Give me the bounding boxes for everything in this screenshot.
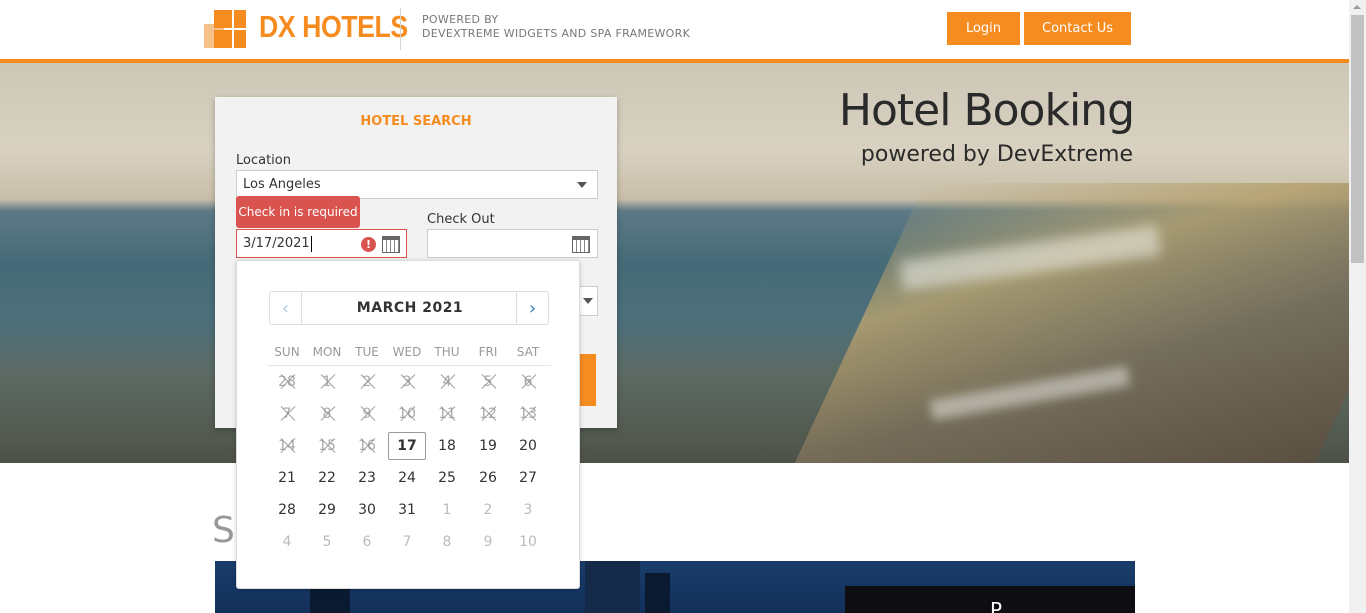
calendar-day: 16	[348, 432, 386, 460]
calendar-day: 8	[308, 400, 346, 428]
location-label: Location	[236, 153, 291, 168]
check-out-field[interactable]	[427, 229, 598, 258]
chevron-left-icon[interactable]: ‹	[270, 292, 302, 324]
calendar-day[interactable]: 24	[388, 464, 426, 492]
calendar-day[interactable]: 20	[509, 432, 547, 460]
calendar-day[interactable]: 6	[348, 528, 386, 556]
calendar-day[interactable]: 22	[308, 464, 346, 492]
calendar-day: 6	[509, 368, 547, 396]
weekday-divider	[267, 365, 551, 366]
calendar-day[interactable]: 19	[469, 432, 507, 460]
calendar-day[interactable]: 23	[348, 464, 386, 492]
promo-card-text: P	[990, 600, 1003, 613]
calendar-day[interactable]: 2	[469, 496, 507, 524]
guests-select-partial[interactable]	[578, 286, 598, 316]
weekday-header: SAT	[516, 345, 540, 359]
dx-logo-icon[interactable]	[204, 10, 246, 50]
site-header: DX HOTELS POWERED BY DEVEXTREME WIDGETS …	[0, 0, 1349, 60]
calendar-icon[interactable]	[382, 236, 400, 253]
date-picker-calendar: ‹ MARCH 2021 › SUN MON TUE WED THU FRI SAT 28 1 2…	[236, 260, 580, 589]
calendar-navigator: ‹ MARCH 2021 ›	[269, 291, 549, 325]
contact-us-button[interactable]: Contact Us	[1024, 12, 1131, 45]
calendar-day[interactable]: 26	[469, 464, 507, 492]
hero-title: Hotel Booking	[838, 85, 1135, 136]
calendar-day: 14	[268, 432, 306, 460]
scroll-thumb[interactable]	[1351, 15, 1364, 263]
weekday-header: THU	[434, 345, 460, 359]
check-out-label: Check Out	[427, 212, 495, 227]
weekday-header: WED	[392, 345, 422, 359]
calendar-caption[interactable]: MARCH 2021	[302, 292, 518, 324]
chevron-down-icon[interactable]	[583, 298, 593, 304]
check-in-value: 3/17/2021	[243, 236, 310, 251]
location-value: Los Angeles	[243, 177, 321, 192]
calendar-day[interactable]: 29	[308, 496, 346, 524]
calendar-day[interactable]: 3	[509, 496, 547, 524]
calendar-day[interactable]: 7	[388, 528, 426, 556]
calendar-icon[interactable]	[572, 236, 590, 253]
hero-subtitle: powered by DevExtreme	[860, 142, 1133, 167]
weekday-header: SUN	[274, 345, 300, 359]
powered-by-line2: DEVEXTREME WIDGETS AND SPA FRAMEWORK	[422, 27, 691, 40]
text-caret	[310, 235, 312, 252]
weekday-header: MON	[312, 345, 342, 359]
login-button[interactable]: Login	[947, 12, 1020, 45]
chevron-right-icon[interactable]: ›	[516, 292, 548, 324]
calendar-day: 9	[348, 400, 386, 428]
calendar-day[interactable]: 31	[388, 496, 426, 524]
calendar-day[interactable]: 10	[509, 528, 547, 556]
hero-banner: Hotel Booking powered by DevExtreme	[0, 63, 1349, 463]
calendar-day[interactable]: 18	[428, 432, 466, 460]
powered-by-text: POWERED BY DEVEXTREME WIDGETS AND SPA FR…	[422, 13, 690, 41]
chevron-down-icon[interactable]	[577, 182, 587, 188]
calendar-day: 2	[348, 368, 386, 396]
calendar-day[interactable]: 1	[428, 496, 466, 524]
hero-beach-image	[794, 183, 1349, 463]
calendar-day[interactable]: 9	[469, 528, 507, 556]
calendar-day: 11	[428, 400, 466, 428]
calendar-day[interactable]: 25	[428, 464, 466, 492]
calendar-day[interactable]: 21	[268, 464, 306, 492]
panel-title: HOTEL SEARCH	[360, 114, 472, 129]
calendar-day: 12	[469, 400, 507, 428]
calendar-day[interactable]: 8	[428, 528, 466, 556]
weekday-header: FRI	[478, 345, 498, 359]
location-select[interactable]: Los Angeles	[236, 170, 598, 199]
search-button-partial[interactable]	[578, 354, 596, 406]
calendar-day-selected[interactable]: 17	[388, 432, 426, 460]
calendar-day: 1	[308, 368, 346, 396]
calendar-day: 3	[388, 368, 426, 396]
calendar-day[interactable]: 27	[509, 464, 547, 492]
validation-tooltip: Check in is required	[236, 196, 360, 228]
calendar-day[interactable]: 30	[348, 496, 386, 524]
calendar-day: 4	[428, 368, 466, 396]
calendar-day: 10	[388, 400, 426, 428]
powered-by-line1: POWERED BY	[422, 13, 499, 26]
scroll-up-icon[interactable]	[1353, 5, 1361, 9]
calendar-day[interactable]: 5	[308, 528, 346, 556]
calendar-day: 5	[469, 368, 507, 396]
brand-name[interactable]: DX HOTELS	[259, 9, 408, 45]
calendar-day: 7	[268, 400, 306, 428]
weekday-header: TUE	[355, 345, 379, 359]
check-in-field[interactable]: 3/17/2021 !	[236, 229, 407, 258]
calendar-day: 13	[509, 400, 547, 428]
brand-divider	[400, 8, 401, 50]
calendar-day: 28	[268, 368, 306, 396]
error-icon: !	[361, 237, 376, 252]
calendar-day[interactable]: 28	[268, 496, 306, 524]
section-title: S	[212, 510, 235, 551]
page-scrollbar[interactable]	[1349, 0, 1366, 613]
calendar-day: 15	[308, 432, 346, 460]
calendar-day[interactable]: 4	[268, 528, 306, 556]
